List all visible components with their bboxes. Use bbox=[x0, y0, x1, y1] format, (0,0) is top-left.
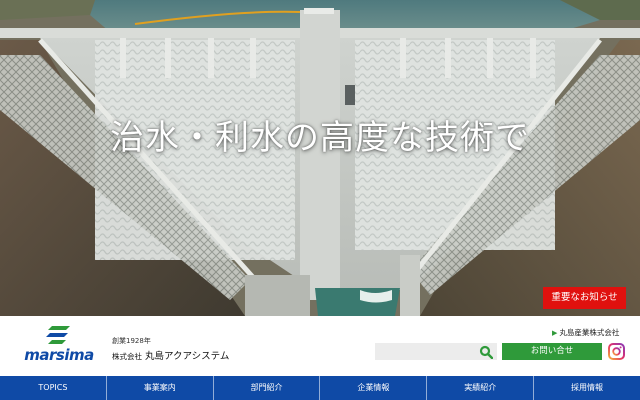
nav-item-recruit[interactable]: 採用情報 bbox=[533, 376, 640, 400]
chevron-right-icon: ▶ bbox=[552, 329, 558, 337]
hero-headline: 治水・利水の高度な技術で bbox=[110, 118, 530, 158]
nav-item-topics[interactable]: TOPICS bbox=[0, 376, 106, 400]
important-notice-button[interactable]: 重要なお知らせ bbox=[543, 287, 626, 309]
nav-item-achievements[interactable]: 実績紹介 bbox=[426, 376, 533, 400]
logo-mark-icon bbox=[46, 326, 70, 344]
nav-item-company[interactable]: 企業情報 bbox=[319, 376, 426, 400]
site-header: marsima 創業1928年 株式会社 丸島アクアシステム ▶ 丸島産業株式会社 … bbox=[0, 316, 640, 376]
nav-item-business[interactable]: 事業案内 bbox=[105, 376, 213, 400]
company-name: 株式会社 丸島アクアシステム bbox=[112, 348, 229, 362]
company-type: 株式会社 bbox=[112, 352, 142, 361]
group-company-link[interactable]: ▶ 丸島産業株式会社 bbox=[552, 327, 619, 338]
search-input[interactable] bbox=[375, 343, 475, 360]
main-nav: TOPICS 事業案内 部門紹介 企業情報 実績紹介 採用情報 bbox=[0, 376, 640, 400]
instagram-icon[interactable] bbox=[608, 343, 625, 360]
founded-year: 創業1928年 bbox=[112, 337, 151, 345]
search-icon[interactable] bbox=[479, 345, 493, 359]
hero-banner: 治水・利水の高度な技術で 重要なお知らせ bbox=[0, 0, 640, 316]
search-box bbox=[375, 343, 497, 360]
contact-button[interactable]: お問い合せ bbox=[502, 343, 602, 360]
logo[interactable]: marsima bbox=[14, 322, 104, 370]
company-name-text: 丸島アクアシステム bbox=[145, 351, 230, 362]
nav-item-departments[interactable]: 部門紹介 bbox=[212, 376, 320, 400]
logo-text: marsima bbox=[24, 346, 94, 364]
group-company-label: 丸島産業株式会社 bbox=[559, 328, 620, 337]
